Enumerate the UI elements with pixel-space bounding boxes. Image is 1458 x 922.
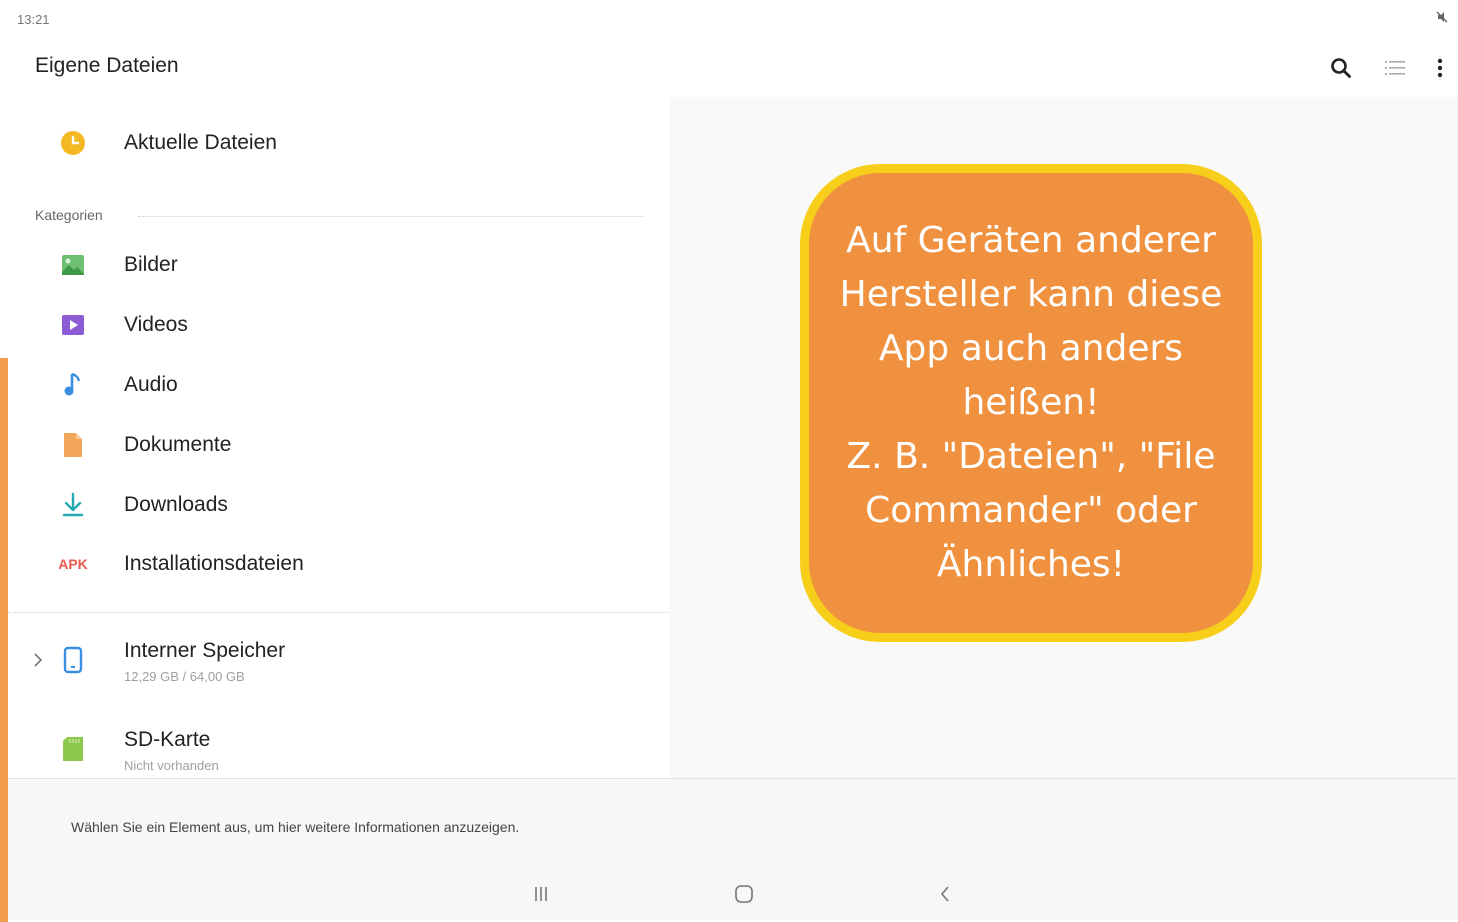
sidebar-item-videos[interactable]: Videos: [8, 299, 668, 351]
back-icon[interactable]: [925, 879, 965, 909]
sidebar-item-internal-storage[interactable]: Interner Speicher 12,29 GB / 64,00 GB: [8, 635, 668, 705]
phone-icon: [58, 645, 88, 675]
sidebar-item-downloads[interactable]: Downloads: [8, 479, 668, 531]
info-footer: Wählen Sie ein Element aus, um hier weit…: [8, 778, 1458, 920]
storage-label: Interner Speicher: [124, 639, 286, 662]
page-title: Eigene Dateien: [35, 54, 179, 77]
download-icon: [58, 490, 88, 520]
sidebar-item-images[interactable]: Bilder: [8, 239, 668, 291]
music-note-icon: [58, 370, 88, 400]
search-icon[interactable]: [1326, 53, 1356, 83]
divider: [8, 612, 668, 613]
document-icon: [58, 430, 88, 460]
home-icon[interactable]: [724, 879, 764, 909]
list-view-icon[interactable]: [1380, 53, 1410, 83]
sidebar-item-label: Aktuelle Dateien: [124, 131, 277, 154]
more-options-icon[interactable]: [1425, 53, 1455, 83]
chevron-right-icon[interactable]: [28, 645, 48, 675]
left-accent-bar: [0, 358, 8, 922]
divider: [138, 216, 644, 217]
sidebar-item-label: Installationsdateien: [124, 552, 304, 575]
sidebar-item-label: Downloads: [124, 493, 228, 516]
sidebar-item-label: Videos: [124, 313, 188, 336]
storage-detail: Nicht vorhanden: [124, 758, 219, 773]
sidebar-item-documents[interactable]: Dokumente: [8, 419, 668, 471]
sidebar-item-label: Audio: [124, 373, 178, 396]
sidebar-item-label: Dokumente: [124, 433, 232, 456]
storage-label: SD-Karte: [124, 728, 211, 751]
section-heading-categories: Kategorien: [35, 207, 103, 223]
mute-icon: [1436, 11, 1448, 26]
storage-detail: 12,29 GB / 64,00 GB: [124, 669, 245, 684]
info-text: Wählen Sie ein Element aus, um hier weit…: [71, 819, 520, 835]
sidebar-item-label: Bilder: [124, 253, 178, 276]
info-callout: Auf Geräten anderer Hersteller kann dies…: [800, 164, 1262, 642]
sd-card-icon: [58, 734, 88, 764]
recent-apps-icon[interactable]: [521, 879, 561, 909]
callout-text: Auf Geräten anderer Hersteller kann dies…: [839, 220, 1223, 585]
clock-icon: [58, 128, 88, 158]
video-icon: [58, 310, 88, 340]
apk-icon: APK: [58, 556, 88, 572]
sidebar-item-audio[interactable]: Audio: [8, 359, 668, 411]
sidebar-item-recent[interactable]: Aktuelle Dateien: [8, 117, 668, 169]
sidebar: Aktuelle Dateien Kategorien Bilder Video…: [8, 97, 668, 778]
sidebar-item-installation-files[interactable]: APK Installationsdateien: [8, 538, 668, 590]
image-icon: [58, 250, 88, 280]
status-time: 13:21: [17, 12, 50, 27]
